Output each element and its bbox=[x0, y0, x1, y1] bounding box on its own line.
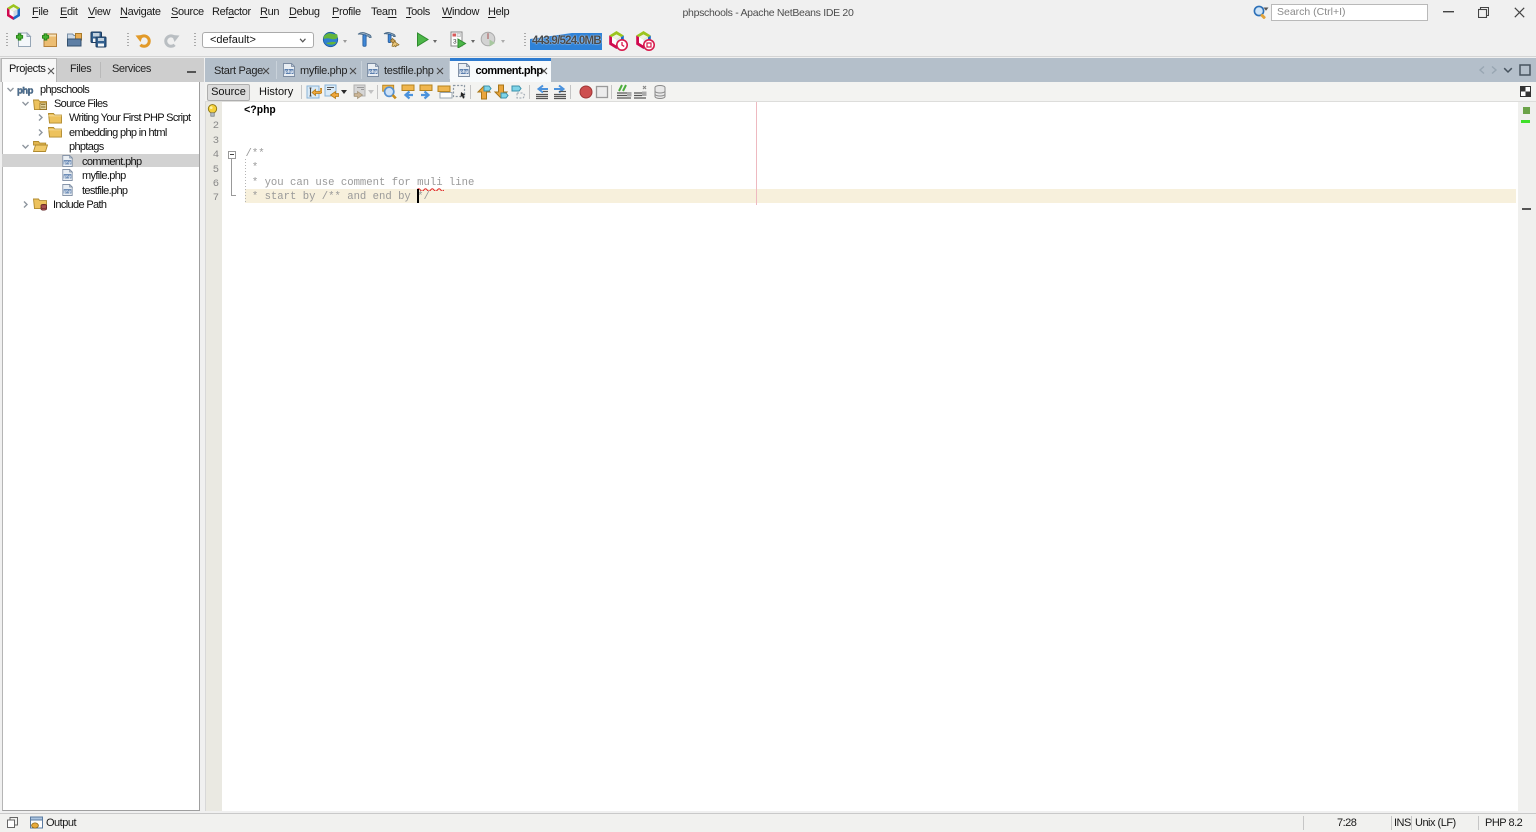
svg-text:php: php bbox=[460, 69, 468, 74]
svg-text:php: php bbox=[64, 190, 72, 194]
svg-text:php: php bbox=[17, 85, 34, 96]
svg-text:php: php bbox=[369, 69, 377, 74]
svg-text:php: php bbox=[285, 69, 293, 74]
svg-text:3: 3 bbox=[453, 39, 457, 46]
svg-text:php: php bbox=[64, 161, 72, 165]
svg-text:php: php bbox=[64, 175, 72, 179]
